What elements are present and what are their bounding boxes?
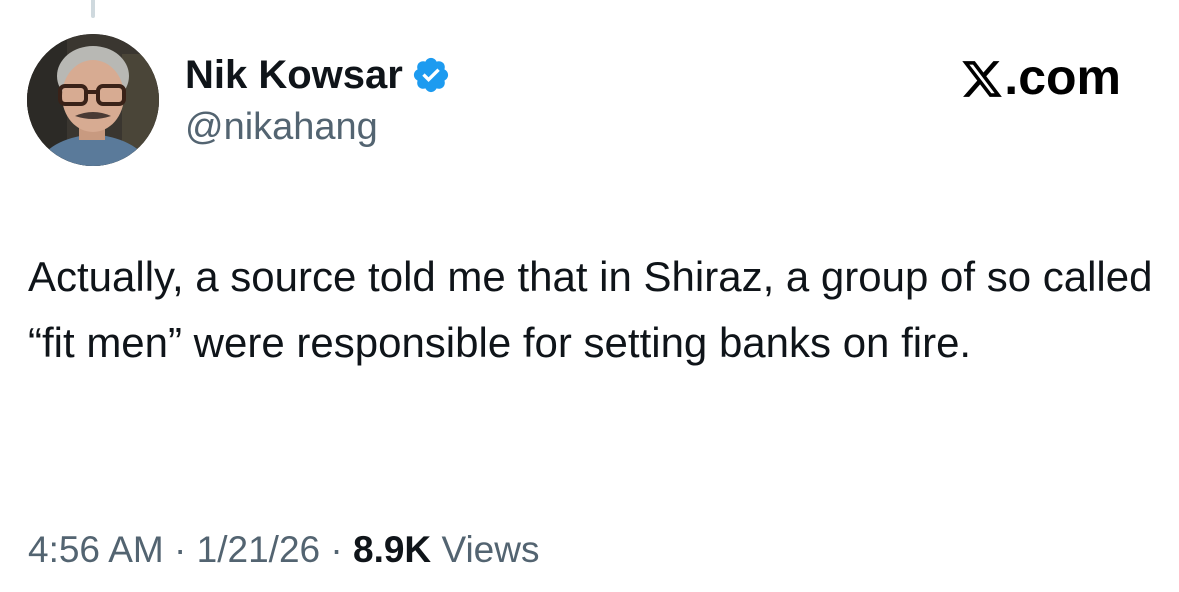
tweet-metadata: 4:56 AM · 1/21/26 · 8.9K Views: [28, 527, 539, 573]
verified-badge-icon: [411, 55, 451, 95]
site-domain: .com: [1004, 49, 1121, 105]
tweet-time[interactable]: 4:56 AM: [28, 529, 164, 570]
author-handle[interactable]: @nikahang: [185, 104, 378, 150]
meta-separator: ·: [174, 529, 187, 570]
tweet-date[interactable]: 1/21/26: [197, 529, 320, 570]
views-label: Views: [441, 529, 540, 570]
author-name-row[interactable]: Nik Kowsar: [185, 52, 451, 98]
display-name[interactable]: Nik Kowsar: [185, 52, 403, 98]
avatar[interactable]: [27, 34, 159, 166]
x-logo-icon: [960, 55, 1004, 99]
meta-separator: ·: [330, 529, 343, 570]
tweet-card[interactable]: Nik Kowsar @nikahang .com Actually, a so…: [0, 0, 1179, 592]
thread-connector-line: [91, 0, 95, 18]
views-count[interactable]: 8.9K: [353, 529, 431, 570]
x-com-branding: .com: [960, 48, 1121, 106]
tweet-text: Actually, a source told me that in Shira…: [28, 253, 1153, 366]
